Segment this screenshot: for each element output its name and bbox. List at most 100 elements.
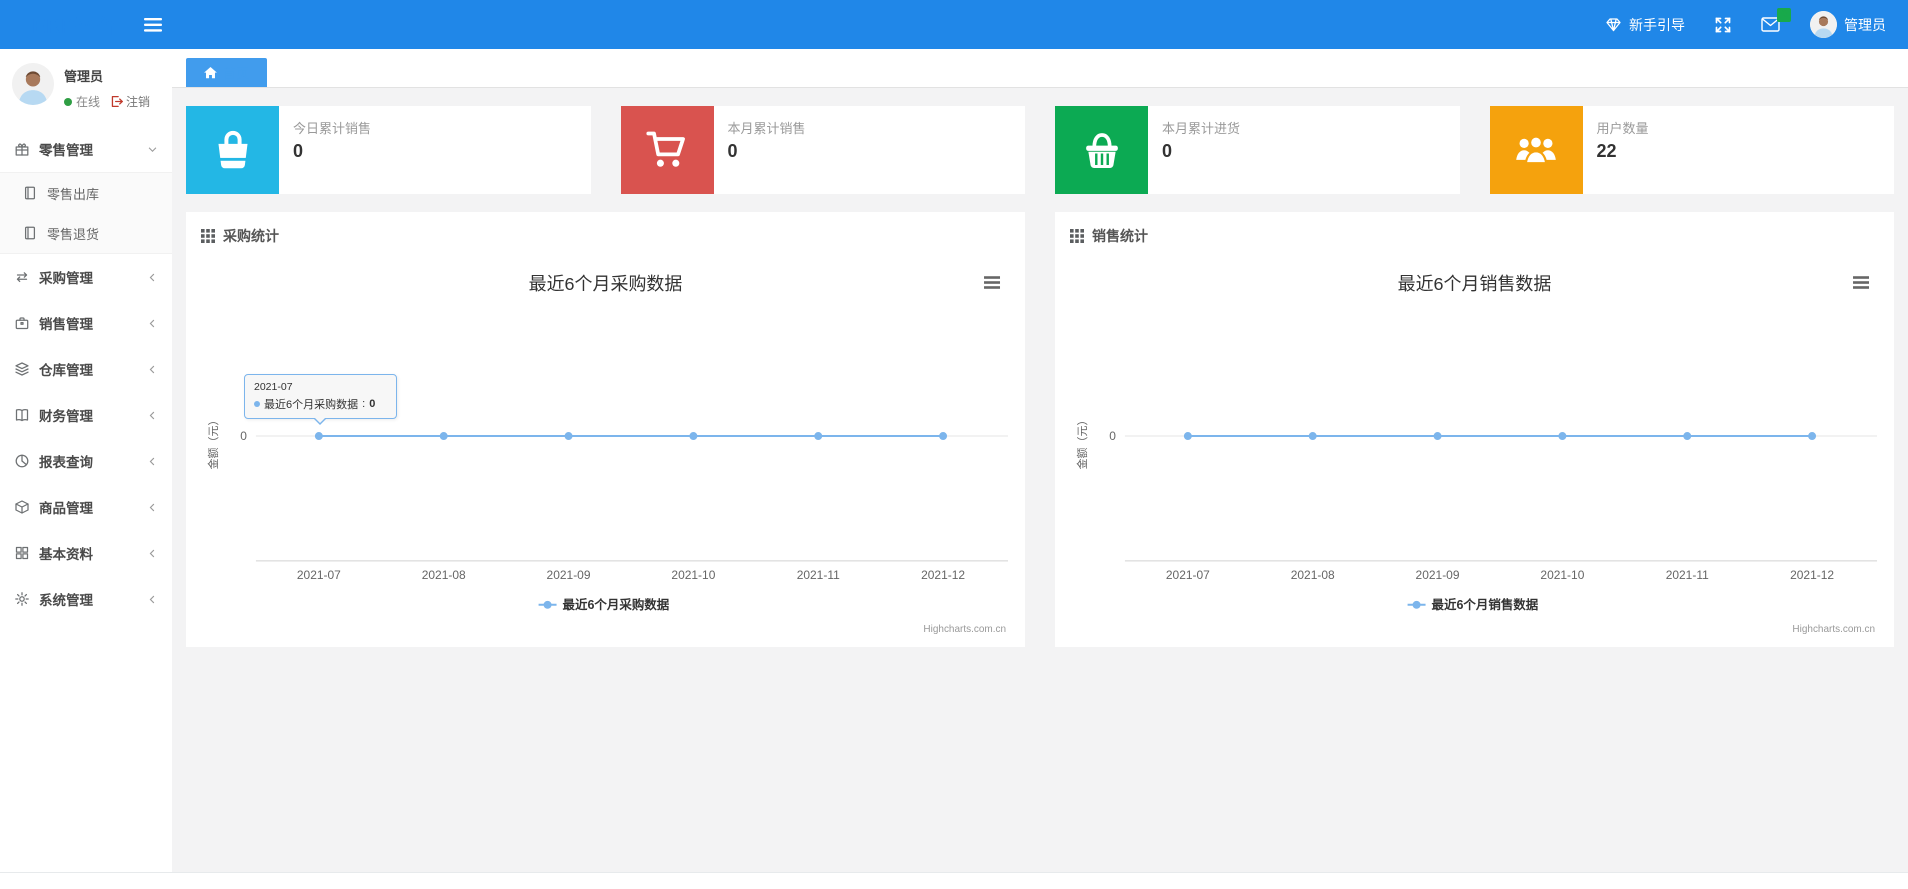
data-point[interactable] bbox=[564, 432, 573, 441]
sales-chart[interactable]: 最近6个月销售数据 金额（元） 0 2021-07 2021-08 2021-0… bbox=[1070, 256, 1879, 651]
tab-home[interactable]: 首页 bbox=[186, 58, 268, 87]
users-icon bbox=[1516, 135, 1556, 165]
user-avatar bbox=[1810, 11, 1837, 38]
stat-card-user-count[interactable]: 用户数量 22 bbox=[1489, 106, 1894, 194]
menu-label: 零售退货 bbox=[47, 226, 100, 242]
messages-count-badge: 0 bbox=[1777, 8, 1791, 22]
tooltip-series-name: 最近6个月采购数据 bbox=[264, 399, 359, 411]
sidebar-item-purchase[interactable]: 采购管理 bbox=[0, 254, 172, 300]
data-point[interactable] bbox=[1433, 432, 1442, 441]
x-tick-label: 2021-12 bbox=[1790, 568, 1834, 582]
online-status-label: 在线 bbox=[76, 95, 101, 109]
sidebar-item-retail[interactable]: 零售管理 bbox=[0, 126, 172, 172]
purchase-chart[interactable]: 最近6个月采购数据 金额（元） 0 2021-07 2021-08 2021-0… bbox=[201, 256, 1010, 651]
data-point[interactable] bbox=[1183, 432, 1192, 441]
menu-label: 零售出库 bbox=[47, 186, 100, 202]
chevron-left-icon bbox=[147, 548, 158, 559]
data-point[interactable] bbox=[939, 432, 948, 441]
sidebar-item-basic-data[interactable]: 基本资料 bbox=[0, 530, 172, 576]
sidebar: 管理员 在线 注销 零售管理 零售出库 零售退货 采购管理 销售管理 仓库管理 … bbox=[0, 49, 172, 872]
card-icon-box bbox=[1489, 106, 1583, 194]
x-tick-label: 2021-11 bbox=[797, 568, 840, 582]
x-tick-label: 2021-09 bbox=[1416, 568, 1460, 582]
chart-legend[interactable]: 最近6个月采购数据 bbox=[538, 597, 670, 612]
chevron-left-icon bbox=[147, 456, 158, 467]
journal-icon bbox=[24, 226, 36, 240]
card-value: 22 bbox=[1596, 141, 1617, 161]
gift-icon bbox=[15, 143, 29, 156]
guide-label: 新手引导 bbox=[1629, 16, 1685, 33]
data-point[interactable] bbox=[439, 432, 448, 441]
data-point[interactable] bbox=[689, 432, 698, 441]
card-label: 本月累计进货 bbox=[1162, 121, 1241, 136]
online-status-dot bbox=[64, 97, 72, 106]
card-icon-box bbox=[1055, 106, 1148, 194]
chart-menu-icon[interactable] bbox=[984, 276, 1001, 289]
username-label: 管理员 bbox=[1844, 16, 1886, 33]
messages-button[interactable]: 0 bbox=[1761, 8, 1791, 32]
y-tick-label: 0 bbox=[240, 429, 247, 443]
chart-panels-row: 采购统计 最近6个月采购数据 金额（元） 0 2021-07 2021-08 2… bbox=[186, 212, 1894, 647]
stat-card-month-sales[interactable]: 本月累计销售 0 bbox=[620, 106, 1025, 194]
sidebar-toggle-button[interactable] bbox=[143, 17, 162, 32]
shopping-bag-icon bbox=[217, 130, 248, 169]
sidebar-item-retail-return[interactable]: 零售退货 bbox=[0, 213, 172, 253]
chart-legend[interactable]: 最近6个月销售数据 bbox=[1407, 597, 1539, 612]
sidebar-user-panel: 管理员 在线 注销 bbox=[0, 49, 172, 126]
shopping-cart-icon bbox=[646, 131, 685, 167]
logout-icon bbox=[111, 95, 123, 108]
th-grid-icon bbox=[201, 229, 215, 243]
app-title: ERP平台 bbox=[32, 16, 116, 38]
highcharts-credit[interactable]: Highcharts.com.cn bbox=[1792, 624, 1875, 635]
journal-icon bbox=[24, 186, 36, 200]
line-chart-svg: 最近6个月销售数据 金额（元） 0 2021-07 2021-08 2021-0… bbox=[1075, 274, 1878, 635]
logout-link[interactable]: 注销 bbox=[110, 93, 150, 110]
y-axis-title: 金额（元） bbox=[1075, 415, 1089, 470]
logout-label: 注销 bbox=[126, 95, 151, 109]
menu-label: 采购管理 bbox=[39, 271, 93, 286]
gear-icon bbox=[15, 592, 29, 606]
chevron-left-icon bbox=[147, 364, 158, 375]
package-icon bbox=[15, 500, 29, 514]
menu-label: 基本资料 bbox=[39, 547, 93, 562]
stat-card-today-sales[interactable]: 今日累计销售 0 bbox=[186, 106, 591, 194]
sidebar-item-goods[interactable]: 商品管理 bbox=[0, 484, 172, 530]
data-point[interactable] bbox=[1683, 432, 1692, 441]
legend-label: 最近6个月采购数据 bbox=[563, 597, 670, 612]
chart-menu-icon[interactable] bbox=[1853, 276, 1870, 289]
card-icon-box bbox=[186, 106, 279, 194]
x-tick-label: 2021-10 bbox=[1540, 568, 1584, 582]
data-point[interactable] bbox=[1808, 432, 1817, 441]
hamburger-icon bbox=[143, 17, 162, 32]
menu-label: 商品管理 bbox=[39, 501, 93, 516]
x-tick-label: 2021-07 bbox=[297, 568, 341, 582]
sidebar-item-retail-outbound[interactable]: 零售出库 bbox=[0, 173, 172, 213]
fullscreen-button[interactable] bbox=[1715, 17, 1731, 33]
menu-label: 系统管理 bbox=[39, 593, 93, 608]
stat-card-month-purchase[interactable]: 本月累计进货 0 bbox=[1055, 106, 1460, 194]
purchase-stats-panel: 采购统计 最近6个月采购数据 金额（元） 0 2021-07 2021-08 2… bbox=[186, 212, 1025, 647]
user-menu[interactable]: 管理员 bbox=[1810, 11, 1886, 38]
sidebar-item-finance[interactable]: 财务管理 bbox=[0, 392, 172, 438]
highcharts-credit[interactable]: Highcharts.com.cn bbox=[923, 624, 1006, 635]
card-value: 0 bbox=[727, 141, 738, 161]
menu-label: 财务管理 bbox=[39, 409, 93, 424]
page-footer bbox=[0, 872, 1908, 889]
sidebar-avatar[interactable] bbox=[12, 63, 54, 105]
tooltip-series-dot bbox=[254, 401, 260, 407]
data-point[interactable] bbox=[814, 432, 823, 441]
sidebar-item-reports[interactable]: 报表查询 bbox=[0, 438, 172, 484]
data-point[interactable] bbox=[1558, 432, 1567, 441]
x-tick-label: 2021-09 bbox=[547, 568, 591, 582]
data-point[interactable] bbox=[1308, 432, 1317, 441]
line-chart-svg: 最近6个月采购数据 金额（元） 0 2021-07 2021-08 2021-0… bbox=[206, 274, 1009, 635]
sidebar-item-system[interactable]: 系统管理 bbox=[0, 576, 172, 622]
th-grid-icon bbox=[1070, 229, 1084, 243]
card-label: 本月累计销售 bbox=[727, 121, 806, 136]
sidebar-item-sales[interactable]: 销售管理 bbox=[0, 300, 172, 346]
guide-link[interactable]: 新手引导 bbox=[1605, 15, 1685, 35]
data-point[interactable] bbox=[314, 432, 323, 441]
tab-home-label: 首页 bbox=[223, 66, 250, 81]
sidebar-item-warehouse[interactable]: 仓库管理 bbox=[0, 346, 172, 392]
card-label: 用户数量 bbox=[1596, 121, 1649, 136]
